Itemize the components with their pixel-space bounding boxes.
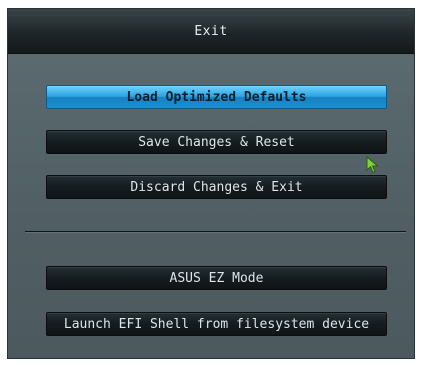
dialog-title: Exit (8, 9, 414, 54)
exit-dialog: Exit Load Optimized Defaults Save Change… (7, 8, 415, 359)
discard-changes-exit-button[interactable]: Discard Changes & Exit (46, 175, 387, 199)
load-optimized-defaults-button[interactable]: Load Optimized Defaults (46, 85, 387, 109)
divider (25, 231, 406, 232)
asus-ez-mode-button[interactable]: ASUS EZ Mode (46, 266, 387, 290)
save-changes-reset-button[interactable]: Save Changes & Reset (46, 130, 387, 154)
launch-efi-shell-button[interactable]: Launch EFI Shell from filesystem device (46, 312, 387, 336)
mouse-pointer-icon (366, 156, 379, 174)
